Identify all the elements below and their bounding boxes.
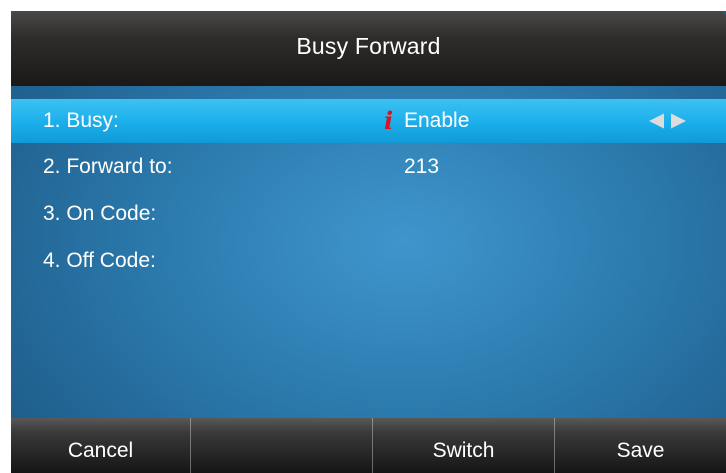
softkey-bar: Cancel Switch Save [11,418,726,473]
phone-screen: Busy Forward 1. Busy: i Enable 2. Forwar… [11,11,726,473]
page-title: Busy Forward [296,33,441,59]
value-switcher[interactable] [647,112,688,131]
busy-value[interactable]: i Enable [384,109,470,133]
menu-item-busy[interactable]: 1. Busy: i Enable [11,99,726,143]
menu-item-label: 2. Forward to: [43,155,173,178]
right-arrow-icon[interactable] [669,112,688,131]
softkey-2-button[interactable] [191,418,373,473]
menu-item-label: 1. Busy: [43,109,119,132]
menu-item-label: 3. On Code: [43,202,157,225]
cancel-button[interactable]: Cancel [11,418,191,473]
info-icon: i [384,106,394,135]
menu-item-on-code[interactable]: 3. On Code: [11,192,726,236]
left-arrow-icon[interactable] [647,112,666,131]
switch-button[interactable]: Switch [373,418,555,473]
menu-item-forward-to[interactable]: 2. Forward to: 213 [11,145,726,189]
save-button[interactable]: Save [555,418,726,473]
menu-item-off-code[interactable]: 4. Off Code: [11,239,726,283]
menu-item-label: 4. Off Code: [43,249,156,272]
forward-to-value[interactable]: 213 [404,155,439,179]
busy-value-text: Enable [404,109,470,132]
title-bar: Busy Forward [11,11,726,86]
